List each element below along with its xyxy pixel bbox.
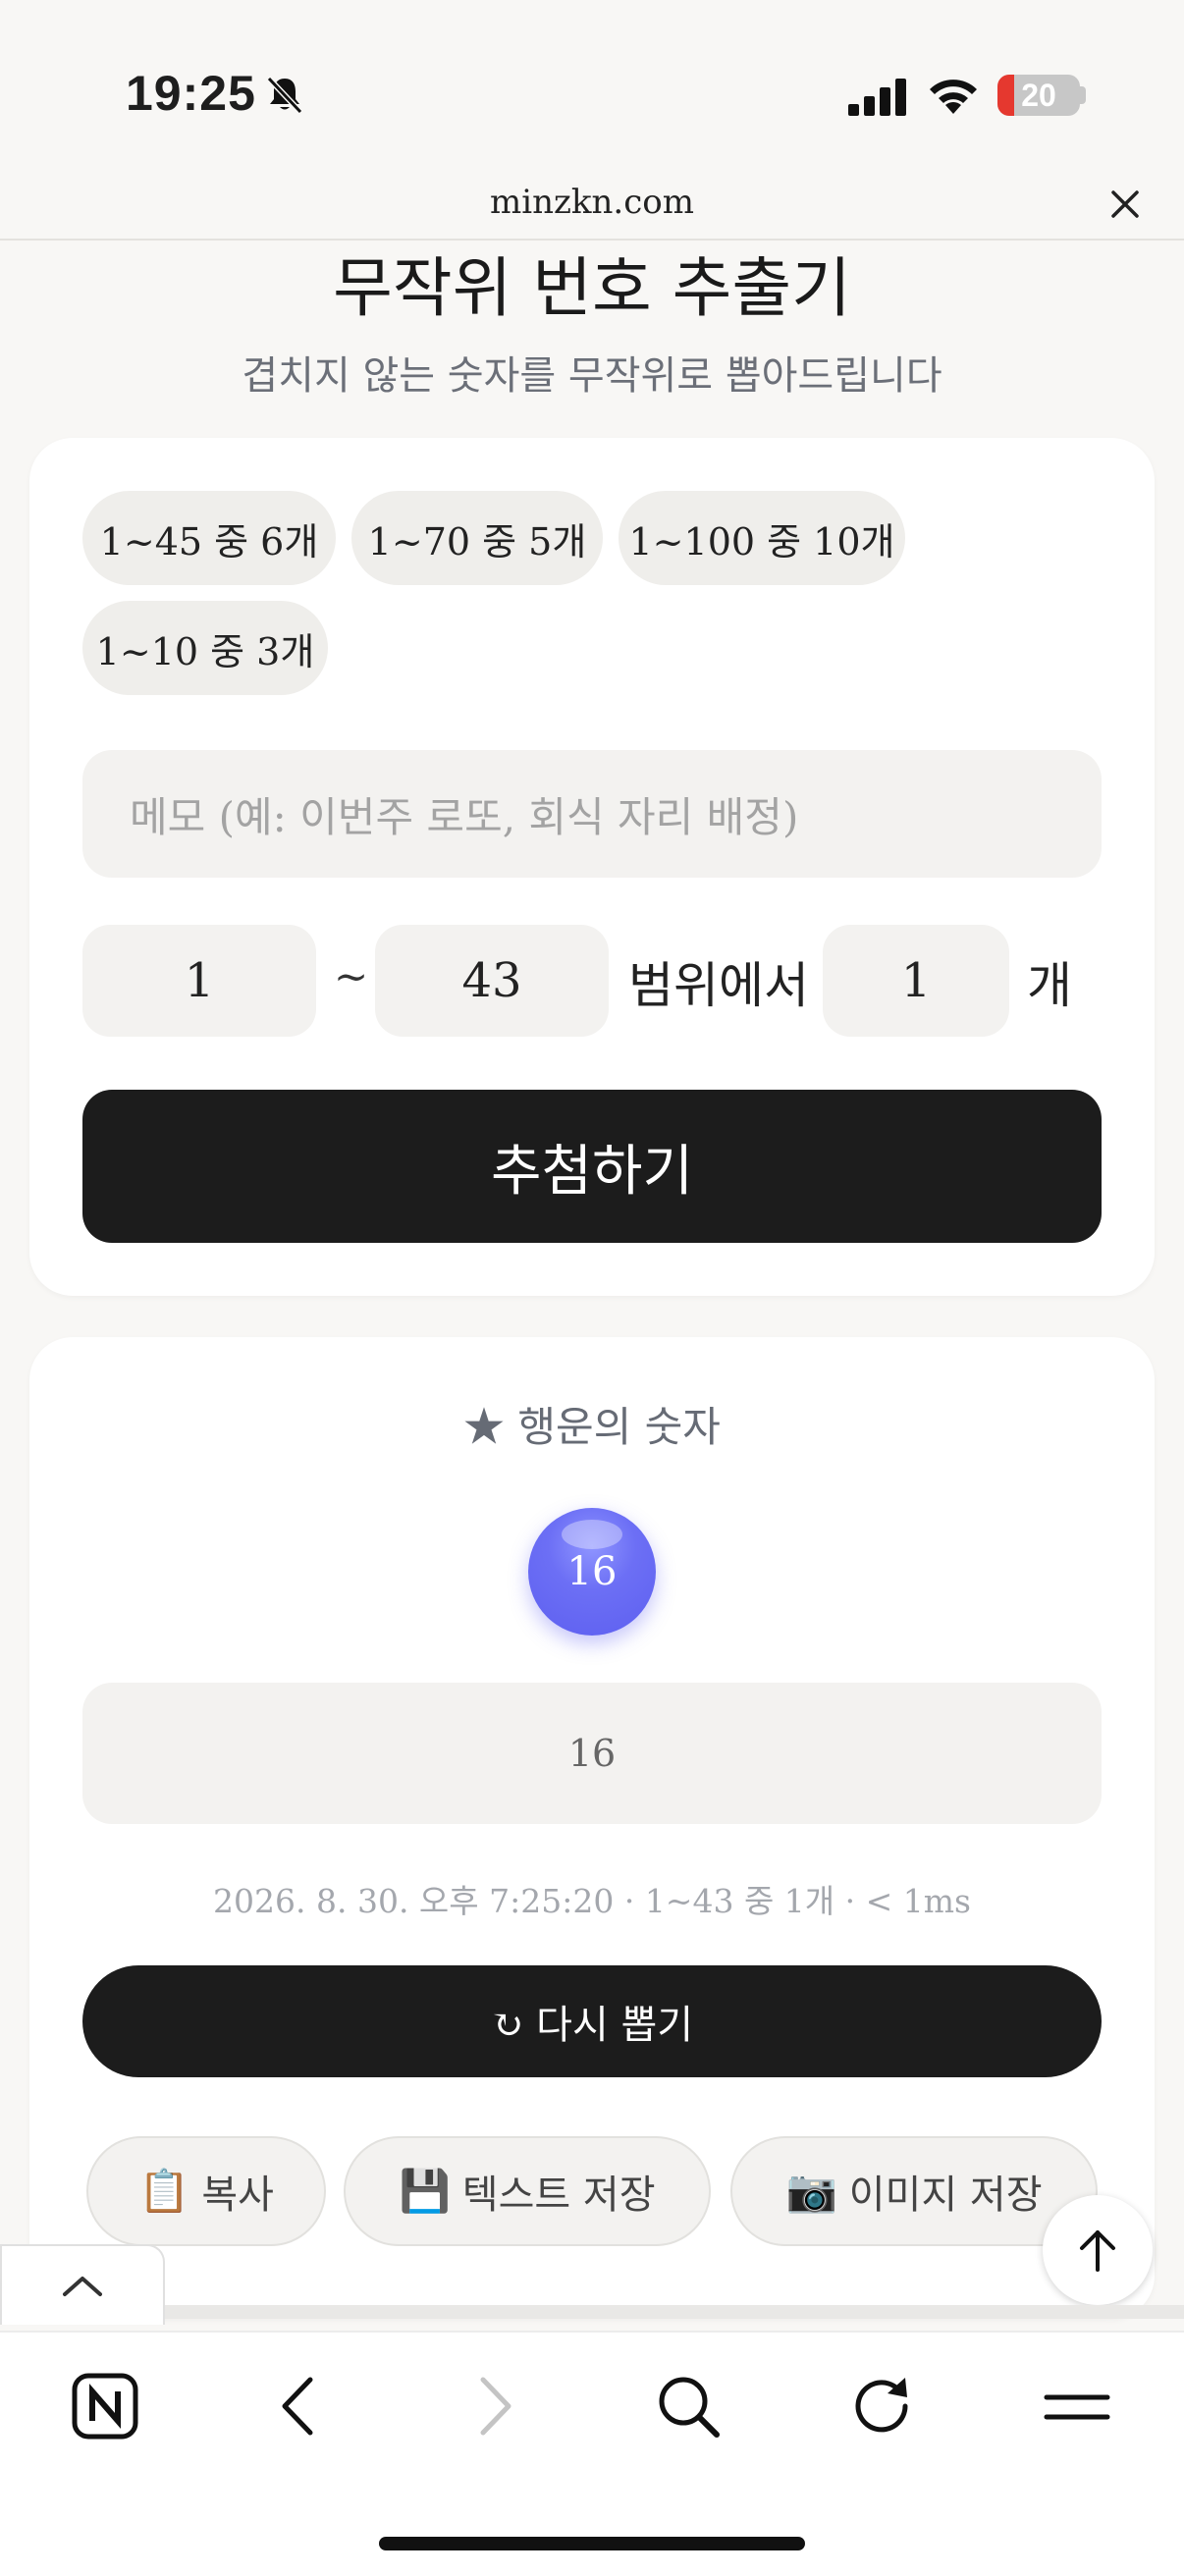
address-bar-url[interactable]: minzkn.com (0, 183, 1184, 222)
bell-slash-icon (266, 76, 303, 115)
page-edge (165, 2305, 1184, 2319)
preset-chip-1-10[interactable]: 1~10 중 3개 (82, 601, 328, 695)
battery-tip (1080, 86, 1086, 104)
preset-chip-1-100[interactable]: 1~100 중 10개 (619, 491, 905, 585)
back-icon[interactable] (265, 2372, 334, 2441)
save-image-label: 이미지 저장 (848, 2173, 1043, 2218)
arrow-up-icon (1080, 2230, 1115, 2272)
search-icon[interactable] (654, 2372, 723, 2441)
forward-icon[interactable] (459, 2372, 528, 2441)
draw-button[interactable]: 추첨하기 (82, 1090, 1102, 1243)
expand-toolbar-tab[interactable] (0, 2244, 165, 2325)
signal-icon (848, 79, 906, 116)
range-separator: ~ (334, 952, 369, 1000)
close-icon[interactable] (1107, 187, 1143, 222)
menu-icon[interactable] (1043, 2372, 1111, 2441)
battery-level: 20 (1021, 77, 1056, 113)
min-number-input[interactable]: 1 (82, 925, 316, 1037)
clipboard-icon: 📋 (138, 2167, 190, 2215)
save-text-label: 텍스트 저장 (461, 2173, 656, 2218)
copy-button[interactable]: 📋 복사 (86, 2136, 326, 2246)
scroll-to-top-button[interactable] (1043, 2195, 1153, 2305)
floppy-disk-icon: 💾 (399, 2167, 451, 2215)
preset-chip-1-45[interactable]: 1~45 중 6개 (82, 491, 336, 585)
range-label: 범위에서 (628, 957, 809, 1014)
reload-icon[interactable] (848, 2372, 917, 2441)
status-time: 19:25 (126, 66, 256, 121)
naver-icon[interactable] (71, 2372, 139, 2441)
page-subtitle: 겹치지 않는 숫자를 무작위로 뽑아드립니다 (242, 353, 942, 399)
count-input[interactable]: 1 (823, 925, 1009, 1037)
save-image-button[interactable]: 📷 이미지 저장 (730, 2136, 1098, 2246)
memo-input[interactable]: 메모 (예: 이번주 로또, 회식 자리 배정) (82, 750, 1102, 878)
camera-icon: 📷 (785, 2167, 837, 2215)
result-text-box: 16 (82, 1683, 1102, 1824)
count-unit-label: 개 (1027, 957, 1072, 1014)
result-meta: 2026. 8. 30. 오후 7:25:20 · 1~43 중 1개 · < … (213, 1882, 971, 1920)
result-title: ★ 행운의 숫자 (463, 1403, 721, 1451)
battery-icon: 20 (997, 75, 1080, 116)
ball-highlight (562, 1520, 622, 1549)
copy-label: 복사 (201, 2173, 274, 2218)
wifi-icon (930, 80, 977, 114)
save-text-button[interactable]: 💾 텍스트 저장 (344, 2136, 711, 2246)
page-title: 무작위 번호 추출기 (333, 250, 851, 326)
home-indicator[interactable] (379, 2537, 805, 2550)
chevron-up-icon (63, 2277, 102, 2296)
redraw-button[interactable]: ↻ 다시 뽑기 (82, 1965, 1102, 2077)
preset-chip-1-70[interactable]: 1~70 중 5개 (351, 491, 603, 585)
max-number-input[interactable]: 43 (375, 925, 609, 1037)
